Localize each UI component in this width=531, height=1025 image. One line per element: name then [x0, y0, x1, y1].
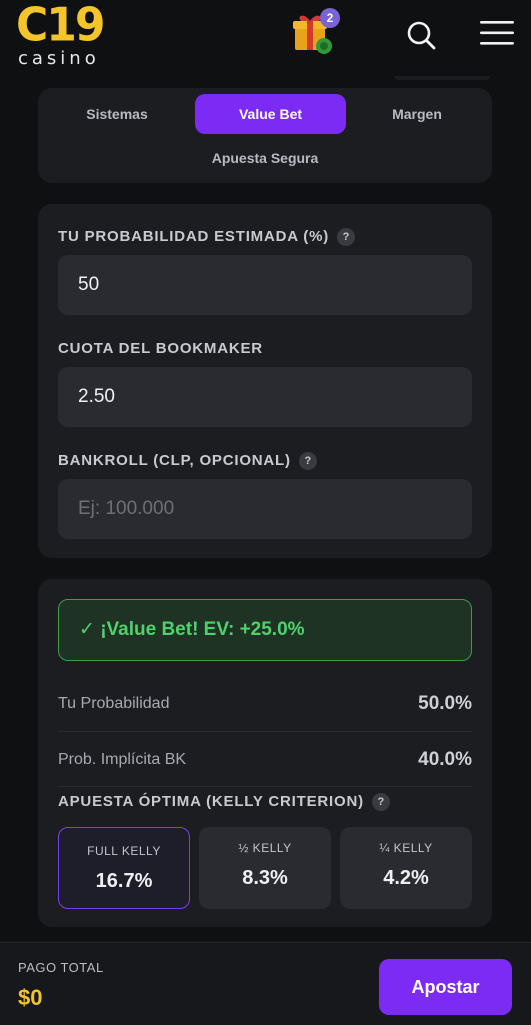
place-bet-button[interactable]: Apostar: [379, 959, 512, 1015]
value-bet-form: TU PROBABILIDAD ESTIMADA (%)? CUOTA DEL …: [38, 204, 492, 558]
kelly-section-title: APUESTA ÓPTIMA (KELLY CRITERION)?: [58, 793, 390, 811]
c19-casino-logo[interactable]: C19 casino: [16, 0, 126, 72]
total-payment-label: PAGO TOTAL: [18, 960, 104, 975]
probability-input[interactable]: [58, 255, 472, 315]
implied-probability-label: Prob. Implícita BK: [58, 751, 187, 768]
help-icon[interactable]: ?: [371, 793, 390, 811]
header-dropdown-edge: [394, 76, 490, 80]
kelly-option-name: ¼ KELLY: [379, 841, 433, 855]
kelly-option-quarter[interactable]: ¼ KELLY 4.2%: [340, 827, 472, 909]
logo-sub-text: casino: [18, 48, 100, 69]
help-icon[interactable]: ?: [298, 452, 317, 470]
odds-field-label: CUOTA DEL BOOKMAKER: [58, 340, 263, 357]
kelly-option-value: 16.7%: [95, 870, 153, 892]
search-icon[interactable]: [406, 20, 436, 50]
probability-label-text: TU PROBABILIDAD ESTIMADA (%): [58, 228, 329, 245]
kelly-option-name: FULL KELLY: [87, 844, 161, 858]
kelly-option-half[interactable]: ½ KELLY 8.3%: [199, 827, 331, 909]
gift-badge: 2: [320, 8, 340, 28]
your-probability-value: 50.0%: [418, 693, 472, 714]
kelly-option-full[interactable]: FULL KELLY 16.7%: [58, 827, 190, 909]
tab-margen[interactable]: Margen: [356, 94, 478, 134]
row-divider: [58, 731, 472, 732]
menu-icon[interactable]: [480, 20, 514, 46]
kelly-option-value: 8.3%: [242, 867, 288, 889]
odds-input[interactable]: [58, 367, 472, 427]
bankroll-input[interactable]: [58, 479, 472, 539]
probability-field-label: TU PROBABILIDAD ESTIMADA (%)?: [58, 228, 355, 246]
implied-probability-value: 40.0%: [418, 749, 472, 770]
calculator-tabs: Sistemas Value Bet Margen Apuesta Segura: [38, 88, 492, 183]
your-probability-label: Tu Probabilidad: [58, 695, 170, 712]
value-bet-results: ✓ ¡Value Bet! EV: +25.0% Tu Probabilidad…: [38, 579, 492, 927]
logo-main-text: C19: [16, 0, 106, 53]
bet-slip-footer: PAGO TOTAL $0 Apostar: [0, 942, 531, 1025]
row-divider: [58, 786, 472, 787]
app-header: C19 casino 2: [0, 0, 531, 80]
kelly-title-text: APUESTA ÓPTIMA (KELLY CRITERION): [58, 793, 364, 810]
tab-apuesta-segura[interactable]: Apuesta Segura: [188, 138, 342, 178]
total-payment-value: $0: [18, 985, 43, 1010]
help-icon[interactable]: ?: [337, 228, 355, 246]
value-bet-result-banner: ✓ ¡Value Bet! EV: +25.0%: [58, 599, 472, 661]
tab-sistemas[interactable]: Sistemas: [56, 94, 178, 134]
bankroll-label-text: BANKROLL (CLP, OPCIONAL): [58, 452, 291, 469]
kelly-option-value: 4.2%: [383, 867, 429, 889]
tab-value-bet[interactable]: Value Bet: [195, 94, 346, 134]
bankroll-field-label: BANKROLL (CLP, OPCIONAL)?: [58, 452, 317, 470]
kelly-option-name: ½ KELLY: [238, 841, 292, 855]
